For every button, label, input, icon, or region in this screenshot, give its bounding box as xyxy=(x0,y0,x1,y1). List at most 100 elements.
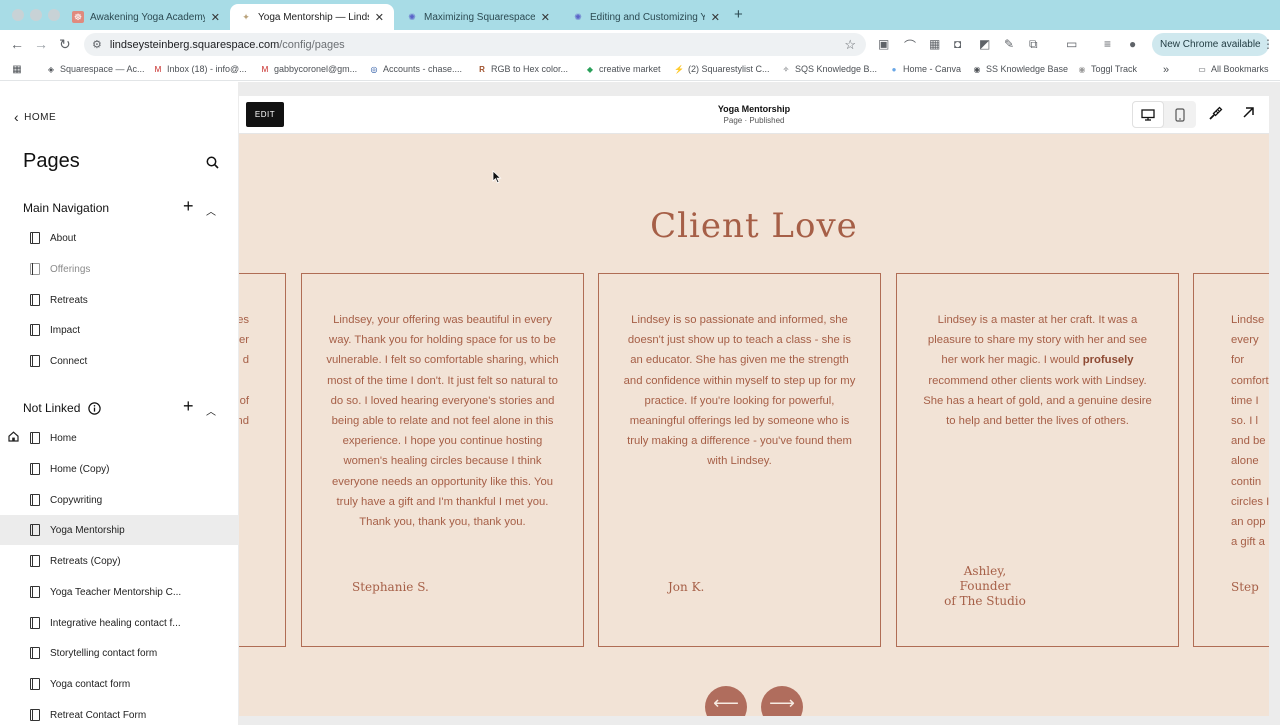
extension-icon[interactable]: ▣ xyxy=(878,37,889,51)
page-icon xyxy=(30,324,40,336)
desktop-view-button[interactable] xyxy=(1132,101,1164,128)
page-item-storytelling-form[interactable]: Storytelling contact form xyxy=(0,638,239,668)
page-item-yoga-mentorship[interactable]: Yoga Mentorship xyxy=(0,515,239,545)
page-item-home-copy[interactable]: Home (Copy) xyxy=(0,454,239,484)
page-item-home[interactable]: Home xyxy=(0,423,239,453)
add-page-button[interactable]: + xyxy=(183,396,194,417)
bookmark-item[interactable]: ✧ SQS Knowledge B... xyxy=(781,64,877,74)
page-icon xyxy=(30,294,40,306)
profile-avatar-icon[interactable]: ● xyxy=(1129,37,1136,51)
close-icon[interactable]: ✕ xyxy=(711,11,720,24)
carousel-prev-button[interactable]: ⟵ xyxy=(705,686,747,716)
squarespace-icon: ◈ xyxy=(47,64,55,74)
reading-list-icon[interactable]: ≡ xyxy=(1104,37,1111,51)
back-button[interactable]: ← xyxy=(10,36,24,52)
page-item-copywriting[interactable]: Copywriting xyxy=(0,485,239,515)
search-icon[interactable] xyxy=(206,156,219,174)
client-love-heading: Client Love xyxy=(650,206,858,246)
page-item-yoga-teacher-mentorship[interactable]: Yoga Teacher Mentorship C... xyxy=(0,577,239,607)
homepage-icon xyxy=(8,431,19,445)
page-item-retreats[interactable]: Retreats xyxy=(0,285,239,315)
all-bookmarks-button[interactable]: ▭ All Bookmarks xyxy=(1197,64,1268,74)
bookmark-item[interactable]: ◉ SS Knowledge Base xyxy=(972,64,1069,74)
section-label: Main Navigation xyxy=(23,201,110,215)
window-zoom-button[interactable] xyxy=(48,9,60,21)
browser-tab-editing[interactable]: ✺ Editing and Customizing Your ✕ xyxy=(562,4,730,30)
page-item-retreat-contact-form[interactable]: Retreat Contact Form xyxy=(0,700,239,725)
bookmark-item[interactable]: ◈ Squarespace — Ac... xyxy=(46,64,145,74)
window-close-button[interactable] xyxy=(12,9,24,21)
editor-page-name: Yoga Mentorship xyxy=(717,104,791,114)
testimonial-card: Lindsey, your offering was beautiful in … xyxy=(301,273,584,647)
tab-title: Yoga Mentorship — Lindsey S xyxy=(258,11,369,23)
close-icon[interactable]: ✕ xyxy=(375,11,384,24)
testimonial-text-partial: es er d of nd xyxy=(239,314,249,427)
rgb-icon: R xyxy=(479,64,485,74)
browser-tab-maximizing[interactable]: ✺ Maximizing Squarespace: Re ✕ xyxy=(396,4,560,30)
bookmark-item[interactable]: M Inbox (18) - info@... xyxy=(153,64,247,74)
chevron-up-icon[interactable]: ︿ xyxy=(206,403,216,418)
page-item-about[interactable]: About xyxy=(0,223,239,253)
gear-favicon-icon: ✺ xyxy=(574,11,582,22)
testimonial-text: Lindsey, your offering was beautiful in … xyxy=(326,314,559,529)
bookmark-item[interactable]: ◆ creative market xyxy=(585,64,661,74)
gear-favicon-icon: ✺ xyxy=(408,11,416,22)
page-icon xyxy=(30,586,40,598)
new-tab-button[interactable]: + xyxy=(734,6,743,23)
chevron-up-icon[interactable]: ︿ xyxy=(206,203,216,218)
testimonial-text: Lindsey is so passionate and informed, s… xyxy=(623,314,856,468)
mobile-view-button[interactable] xyxy=(1164,101,1196,128)
forward-button[interactable]: → xyxy=(34,36,48,52)
bookmark-item[interactable]: ● Home - Canva xyxy=(889,64,961,74)
page-item-impact[interactable]: Impact xyxy=(0,315,239,345)
bookmark-item[interactable]: ⚡ (2) Squarestylist C... xyxy=(674,64,770,74)
side-panel-icon[interactable]: ▭ xyxy=(1066,37,1077,51)
extension-icon[interactable]: ⌒ xyxy=(904,37,916,54)
more-menu-icon[interactable]: ⋮ xyxy=(1262,37,1274,51)
tab-title: Awakening Yoga Academy xyxy=(90,11,205,23)
close-icon[interactable]: ✕ xyxy=(211,11,220,24)
site-styles-brush-icon[interactable] xyxy=(1208,106,1223,126)
page-item-yoga-contact-form[interactable]: Yoga contact form xyxy=(0,669,239,699)
new-chrome-available-button[interactable]: New Chrome available xyxy=(1152,33,1269,56)
folder-icon: ▭ xyxy=(1198,64,1206,74)
puzzle-extensions-icon[interactable]: ⧉ xyxy=(1029,37,1038,52)
bookmark-item[interactable]: ◉ Toggl Track xyxy=(1077,64,1138,74)
carousel-next-button[interactable]: ⟶ xyxy=(761,686,803,716)
window-minimize-button[interactable] xyxy=(30,9,42,21)
back-to-home-link[interactable]: ‹ HOME xyxy=(14,109,56,125)
page-item-retreats-copy[interactable]: Retreats (Copy) xyxy=(0,546,239,576)
bookmark-star-icon[interactable]: ☆ xyxy=(844,37,856,53)
grid-extension-icon[interactable]: ▦ xyxy=(929,37,940,51)
extension-icon[interactable]: ◩ xyxy=(979,37,990,51)
browser-tab-awakening[interactable]: ☸ Awakening Yoga Academy ✕ xyxy=(62,4,230,30)
home-link-label: HOME xyxy=(24,111,57,123)
site-settings-icon[interactable]: ⚙ xyxy=(92,38,102,51)
page-icon xyxy=(30,647,40,659)
page-icon xyxy=(30,709,40,721)
page-item-connect[interactable]: Connect xyxy=(0,346,239,376)
editor-page-status: Page · Published xyxy=(723,116,785,125)
page-icon xyxy=(30,232,40,244)
tab-title: Maximizing Squarespace: Re xyxy=(424,11,535,23)
open-live-arrow-icon[interactable] xyxy=(1242,106,1255,124)
add-page-button[interactable]: + xyxy=(183,196,194,217)
camera-extension-icon[interactable]: ◘ xyxy=(954,37,961,51)
url-host: lindseysteinberg.squarespace.com xyxy=(109,38,280,51)
page-item-integrative-healing[interactable]: Integrative healing contact f... xyxy=(0,608,239,638)
mobile-icon xyxy=(1175,107,1185,122)
bookmark-item[interactable]: R RGB to Hex color... xyxy=(477,64,568,74)
reload-button[interactable]: ↻ xyxy=(59,36,71,53)
page-icon xyxy=(30,678,40,690)
page-item-offerings[interactable]: Offerings xyxy=(0,254,239,284)
device-toggle xyxy=(1132,101,1196,128)
browser-tab-yoga-mentorship[interactable]: ✦ Yoga Mentorship — Lindsey S ✕ xyxy=(230,4,394,30)
info-icon[interactable] xyxy=(88,401,102,415)
apps-grid-icon[interactable]: ▦ xyxy=(12,64,26,75)
close-icon[interactable]: ✕ xyxy=(541,11,550,24)
more-bookmarks-button[interactable]: » xyxy=(1163,64,1169,76)
address-bar[interactable]: ⚙ lindseysteinberg.squarespace.com/confi… xyxy=(84,33,866,56)
bookmark-item[interactable]: Mgabbycoronel@gm... xyxy=(260,64,358,74)
pen-extension-icon[interactable]: ✎ xyxy=(1004,37,1014,51)
bookmark-item[interactable]: ◎ Accounts - chase.... xyxy=(369,64,463,74)
